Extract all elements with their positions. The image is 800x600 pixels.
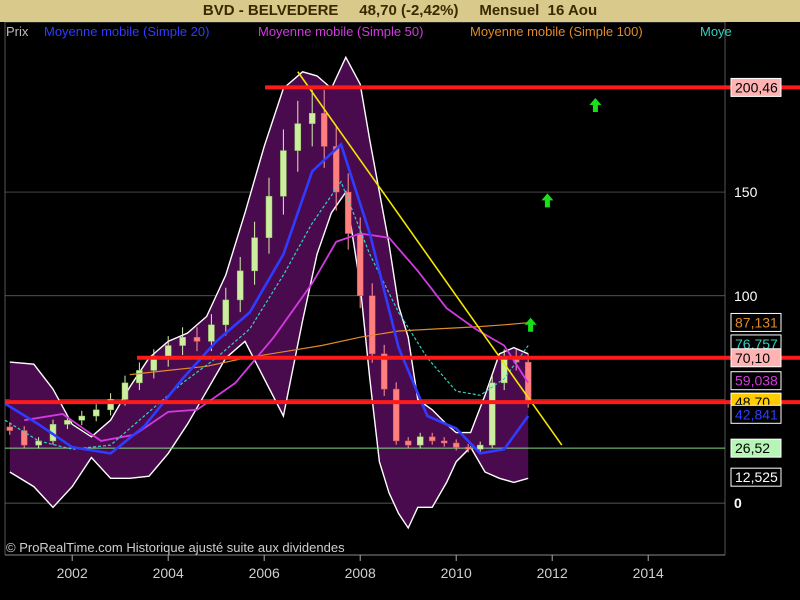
candle-8	[121, 382, 129, 400]
price-label-text-1: 87,131	[735, 314, 778, 330]
candle-13	[193, 336, 201, 342]
y-tick-label-2: 100	[734, 288, 758, 304]
x-tick-label-6: 2014	[633, 565, 664, 581]
candle-34	[464, 446, 472, 450]
x-tick-label-1: 2004	[153, 565, 184, 581]
price-label-8: 12,525	[730, 467, 782, 487]
price-label-6: 42,841	[730, 404, 782, 424]
candle-15	[222, 299, 230, 326]
candle-10	[150, 357, 158, 371]
candle-14	[208, 324, 215, 342]
x-tick-label-5: 2012	[537, 565, 568, 581]
candle-16	[236, 270, 244, 301]
chart-page: 0501001502002200420062008201020122014200…	[0, 0, 800, 600]
legend-item-1: Moyenne mobile (Simple 20)	[44, 24, 210, 39]
candle-20	[294, 123, 302, 151]
legend-item-0: Prix	[6, 24, 29, 39]
candle-9	[136, 370, 143, 384]
candle-31	[428, 436, 436, 442]
price-label-3: 70,10	[730, 348, 782, 368]
price-chart[interactable]: 0501001502002200420062008201020122014200…	[0, 0, 800, 600]
y-tick-label-0: 0	[734, 495, 742, 511]
price-label-text-8: 12,525	[735, 469, 778, 485]
price-label-text-7: 26,52	[735, 440, 770, 456]
candle-26	[368, 295, 376, 355]
x-tick-label-3: 2008	[345, 565, 376, 581]
candle-33	[452, 442, 460, 448]
y-tick-label-3: 150	[734, 184, 758, 200]
candle-5	[78, 415, 86, 421]
candle-30	[416, 436, 424, 446]
x-axis-area	[0, 555, 800, 600]
x-tick-label-2: 2006	[249, 565, 280, 581]
legend-item-2: Moyenne mobile (Simple 50)	[258, 24, 424, 39]
candle-1	[20, 430, 28, 446]
legend-item-4: Moye	[700, 24, 732, 39]
price-label-7: 26,52	[730, 438, 782, 458]
candle-28	[392, 388, 400, 442]
candle-32	[440, 440, 448, 444]
candle-18	[265, 195, 273, 238]
price-label-0: 200,46	[730, 77, 782, 97]
price-label-text-4: 59,038	[735, 373, 778, 389]
candle-6	[92, 409, 100, 417]
candle-4	[64, 419, 71, 425]
price-label-text-0: 200,46	[735, 79, 778, 95]
x-tick-label-4: 2010	[441, 565, 472, 581]
candle-21	[308, 113, 316, 124]
candle-29	[404, 440, 412, 446]
candle-0	[6, 426, 14, 431]
candle-19	[280, 150, 287, 197]
price-label-4: 59,038	[730, 371, 782, 391]
candle-22	[320, 113, 328, 147]
candle-17	[251, 237, 258, 272]
candle-36	[488, 382, 496, 446]
candle-25	[356, 233, 364, 297]
candle-35	[476, 444, 484, 450]
chart-title: BVD - BELVEDERE 48,70 (-2,42%) Mensuel 1…	[202, 2, 598, 19]
copyright-note: © ProRealTime.com Historique ajusté suit…	[6, 540, 345, 555]
candle-12	[179, 336, 186, 346]
price-label-1: 87,131	[730, 312, 782, 332]
price-label-text-3: 70,10	[735, 350, 770, 366]
x-tick-label-0: 2002	[57, 565, 88, 581]
price-label-text-6: 42,841	[735, 406, 778, 422]
legend-item-3: Moyenne mobile (Simple 100)	[470, 24, 643, 39]
